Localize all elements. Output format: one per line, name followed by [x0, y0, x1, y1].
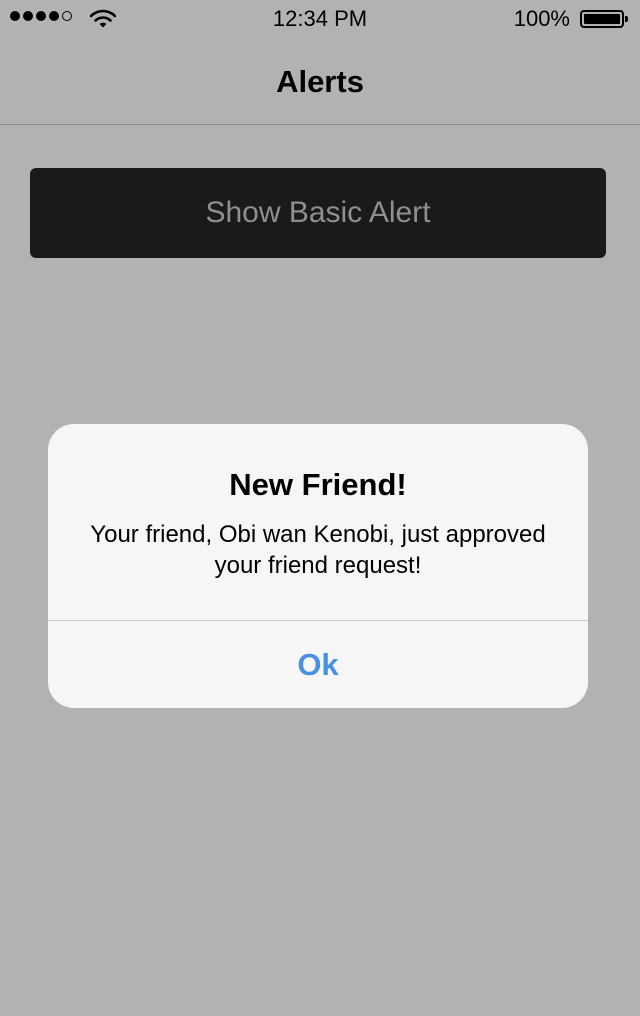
- page-title: Alerts: [276, 64, 364, 99]
- battery-percent: 100%: [513, 6, 570, 31]
- alert-dialog: New Friend! Your friend, Obi wan Kenobi,…: [48, 424, 588, 708]
- navigation-bar: Alerts: [0, 40, 640, 125]
- status-bar: 12:34 PM 100%: [0, 0, 640, 40]
- show-basic-alert-button[interactable]: Show Basic Alert: [30, 168, 606, 258]
- alert-message: Your friend, Obi wan Kenobi, just approv…: [90, 521, 546, 579]
- alert-title: New Friend!: [229, 467, 407, 502]
- battery-fill: [584, 14, 620, 24]
- battery-nub: [625, 16, 628, 22]
- battery-icon: [580, 10, 628, 28]
- alert-ok-button[interactable]: Ok: [48, 621, 588, 708]
